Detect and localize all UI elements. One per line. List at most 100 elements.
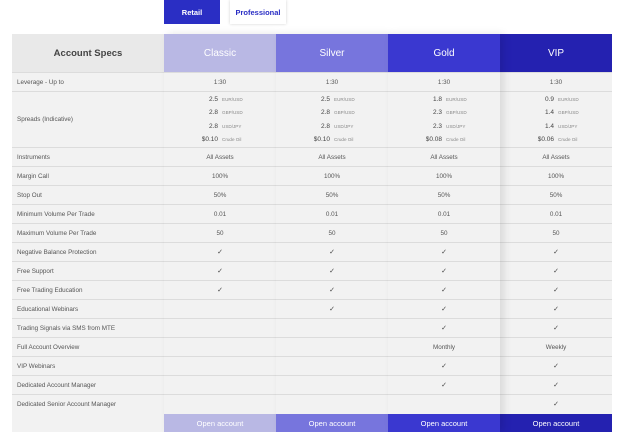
check-icon: ✓ (276, 242, 388, 261)
spread-value: 0.9 (544, 95, 554, 103)
plan-column-gold: Gold 1:30 1.8 EUR/USD 2.3 GBP/USD 2.3 USD/JPY $0… (388, 34, 500, 432)
min-volume-value: 0.01 (164, 204, 276, 223)
spread-instrument: GBP/USD (558, 110, 579, 116)
spread-value: 2.8 (320, 122, 330, 130)
spec-label: Stop Out (12, 185, 164, 204)
margin-call-value: 100% (500, 166, 612, 185)
plan-name: Gold (388, 34, 500, 72)
leverage-value: 1:30 (388, 72, 500, 91)
check-icon: ✓ (164, 280, 276, 299)
spec-label: Free Trading Education (12, 280, 164, 299)
margin-call-value: 100% (388, 166, 500, 185)
spread-value: 2.5 (320, 95, 330, 103)
instruments-value: All Assets (276, 147, 388, 166)
max-volume-value: 50 (164, 223, 276, 242)
feature-value (164, 356, 276, 375)
plan-column-classic: Classic 1:30 2.5 EUR/USD 2.8 GBP/USD 2.8 USD/JP… (164, 34, 276, 432)
min-volume-value: 0.01 (276, 204, 388, 223)
open-account-button[interactable]: Open account (388, 414, 500, 432)
check-icon: ✓ (388, 261, 500, 280)
spread-instrument: GBP/USD (446, 110, 467, 116)
check-icon: ✓ (388, 299, 500, 318)
stop-out-value: 50% (276, 185, 388, 204)
feature-value (164, 375, 276, 394)
feature-value (276, 356, 388, 375)
check-icon: ✓ (276, 261, 388, 280)
check-icon: ✓ (500, 375, 612, 394)
feature-value (276, 337, 388, 356)
spread-line: 2.3 USD/JPY (388, 120, 500, 134)
check-icon: ✓ (388, 280, 500, 299)
spread-line: 1.4 USD/JPY (500, 120, 612, 134)
leverage-value: 1:30 (164, 72, 276, 91)
spread-value: 1.8 (432, 95, 442, 103)
feature-value (276, 394, 388, 413)
open-account-button[interactable]: Open account (276, 414, 388, 432)
spread-line: 1.8 EUR/USD (388, 93, 500, 107)
spreads-cell: 0.9 EUR/USD 1.4 GBP/USD 1.4 USD/JPY $0.06 Crude… (500, 91, 612, 147)
check-icon: ✓ (500, 356, 612, 375)
margin-call-value: 100% (276, 166, 388, 185)
spread-instrument: EUR/USD (446, 96, 467, 102)
feature-value (164, 299, 276, 318)
spread-line: $0.06 Crude Oil (500, 133, 612, 147)
max-volume-value: 50 (500, 223, 612, 242)
spread-line: 2.8 USD/JPY (276, 120, 388, 134)
stop-out-value: 50% (388, 185, 500, 204)
min-volume-value: 0.01 (500, 204, 612, 223)
plan-name: VIP (500, 34, 612, 72)
open-account-button[interactable]: Open account (164, 414, 276, 432)
spread-value: 1.4 (544, 109, 554, 117)
check-icon: ✓ (276, 299, 388, 318)
plan-name: Silver (276, 34, 388, 72)
spread-instrument: Crude Oil (222, 137, 242, 143)
account-comparison-table: Account Specs Leverage - Up to Spreads (I… (12, 34, 612, 432)
max-volume-value: 50 (276, 223, 388, 242)
spread-line: 2.3 GBP/USD (388, 106, 500, 120)
spread-line: $0.08 Crude Oil (388, 133, 500, 147)
plan-column-vip: VIP 1:30 0.9 EUR/USD 1.4 GBP/USD 1.4 USD/JPY $0.… (500, 34, 612, 432)
check-icon: ✓ (500, 242, 612, 261)
instruments-value: All Assets (388, 147, 500, 166)
spread-instrument: EUR/USD (334, 96, 355, 102)
spec-label: Instruments (12, 147, 164, 166)
feature-value (388, 394, 500, 413)
tab-retail[interactable]: Retail (164, 0, 220, 24)
spread-line: 2.8 USD/JPY (164, 120, 276, 134)
specs-label-column: Account Specs Leverage - Up to Spreads (I… (12, 34, 164, 432)
check-icon: ✓ (388, 375, 500, 394)
spreads-cell: 2.5 EUR/USD 2.8 GBP/USD 2.8 USD/JPY $0.10 Crude… (276, 91, 388, 147)
spec-label: Minimum Volume Per Trade (12, 204, 164, 223)
spread-line: 2.8 GBP/USD (276, 106, 388, 120)
spread-line: $0.10 Crude Oil (164, 133, 276, 147)
plan-name: Classic (164, 34, 276, 72)
spec-label: Maximum Volume Per Trade (12, 223, 164, 242)
spread-instrument: USD/JPY (334, 123, 354, 129)
spread-instrument: EUR/USD (558, 96, 579, 102)
check-icon: ✓ (388, 318, 500, 337)
spread-value: $0.06 (537, 136, 554, 144)
feature-value (164, 337, 276, 356)
leverage-value: 1:30 (500, 72, 612, 91)
spread-value: 2.8 (208, 122, 218, 130)
spread-value: $0.08 (425, 136, 442, 144)
spec-label: Dedicated Senior Account Manager (12, 394, 164, 413)
spread-instrument: Crude Oil (334, 137, 354, 143)
spread-instrument: Crude Oil (446, 137, 466, 143)
check-icon: ✓ (500, 261, 612, 280)
spread-line: 2.5 EUR/USD (276, 93, 388, 107)
spread-instrument: GBP/USD (334, 110, 355, 116)
spec-label: Trading Signals via SMS from MTE (12, 318, 164, 337)
spec-label: Full Account Overview (12, 337, 164, 356)
open-account-button[interactable]: Open account (500, 414, 612, 432)
spreads-cell: 1.8 EUR/USD 2.3 GBP/USD 2.3 USD/JPY $0.08 Crude… (388, 91, 500, 147)
feature-value (164, 318, 276, 337)
min-volume-value: 0.01 (388, 204, 500, 223)
tab-professional[interactable]: Professional (230, 0, 286, 24)
check-icon: ✓ (388, 242, 500, 261)
spread-value: $0.10 (201, 136, 218, 144)
spread-value: $0.10 (313, 136, 330, 144)
max-volume-value: 50 (388, 223, 500, 242)
spread-line: 2.8 GBP/USD (164, 106, 276, 120)
spread-value: 2.5 (208, 95, 218, 103)
